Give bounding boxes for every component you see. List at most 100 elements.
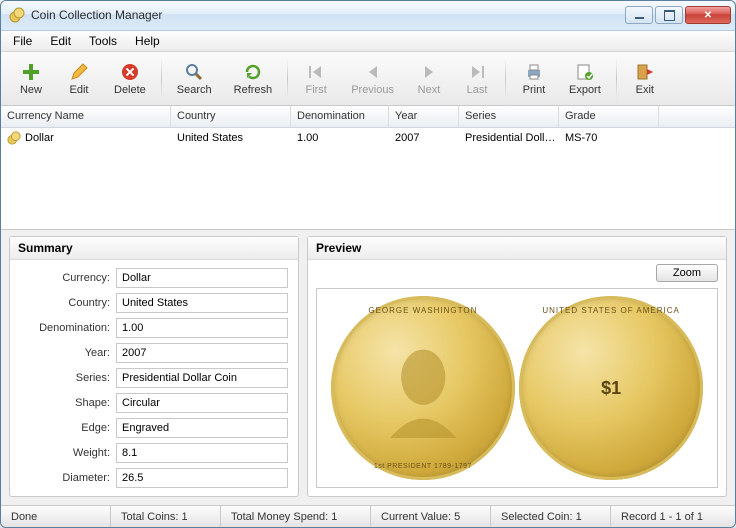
- status-total-coins: Total Coins: 1: [111, 506, 221, 527]
- next-icon: [419, 62, 439, 82]
- menu-edit[interactable]: Edit: [42, 31, 79, 51]
- print-button[interactable]: Print: [510, 56, 558, 102]
- statusbar: Done Total Coins: 1 Total Money Spend: 1…: [1, 505, 735, 527]
- val-country[interactable]: United States: [116, 293, 288, 313]
- previous-button[interactable]: Previous: [340, 56, 405, 102]
- last-label: Last: [467, 84, 488, 96]
- reverse-top-text: UNITED STATES OF AMERICA: [519, 306, 703, 315]
- exit-button[interactable]: Exit: [621, 56, 669, 102]
- refresh-icon: [243, 62, 263, 82]
- cell-grade: MS-70: [559, 130, 659, 146]
- export-button[interactable]: Export: [558, 56, 612, 102]
- new-label: New: [20, 84, 42, 96]
- export-icon: [575, 62, 595, 82]
- col-currency-name[interactable]: Currency Name: [1, 106, 171, 127]
- portrait-icon: [368, 333, 479, 444]
- val-denomination[interactable]: 1.00: [116, 318, 288, 338]
- next-button[interactable]: Next: [405, 56, 453, 102]
- preview-toolbar: Zoom: [308, 260, 726, 286]
- pencil-icon: [69, 62, 89, 82]
- delete-icon: [120, 62, 140, 82]
- plus-icon: [21, 62, 41, 82]
- app-window: Coin Collection Manager ✕ File Edit Tool…: [0, 0, 736, 528]
- previous-icon: [363, 62, 383, 82]
- status-selected-coin: Selected Coin: 1: [491, 506, 611, 527]
- exit-label: Exit: [636, 84, 654, 96]
- window-controls: ✕: [625, 6, 731, 24]
- edit-label: Edit: [70, 84, 89, 96]
- lbl-country: Country:: [20, 297, 110, 309]
- table-row[interactable]: Dollar United States 1.00 2007 President…: [1, 128, 735, 148]
- status-record: Record 1 - 1 of 1: [611, 506, 735, 527]
- first-icon: [306, 62, 326, 82]
- search-label: Search: [177, 84, 212, 96]
- lbl-weight: Weight:: [20, 447, 110, 459]
- status-total-money: Total Money Spend: 1: [221, 506, 371, 527]
- preview-title: Preview: [308, 237, 726, 260]
- delete-button[interactable]: Delete: [103, 56, 157, 102]
- cell-currency-name: Dollar: [1, 129, 171, 147]
- lbl-year: Year:: [20, 347, 110, 359]
- obverse-bottom-text: 1st PRESIDENT 1789-1797: [331, 463, 515, 470]
- last-button[interactable]: Last: [453, 56, 501, 102]
- status-done: Done: [1, 506, 111, 527]
- export-label: Export: [569, 84, 601, 96]
- summary-panel: Summary Currency: Dollar Country: United…: [9, 236, 299, 497]
- col-year[interactable]: Year: [389, 106, 459, 127]
- minimize-button[interactable]: [625, 6, 653, 24]
- refresh-button[interactable]: Refresh: [223, 56, 284, 102]
- col-grade[interactable]: Grade: [559, 106, 659, 127]
- coin-obverse-image: GEORGE WASHINGTON 1st PRESIDENT 1789-179…: [331, 296, 515, 480]
- summary-title: Summary: [10, 237, 298, 260]
- menu-file[interactable]: File: [5, 31, 40, 51]
- edit-button[interactable]: Edit: [55, 56, 103, 102]
- panels: Summary Currency: Dollar Country: United…: [1, 230, 735, 505]
- reverse-center-text: $1: [601, 378, 621, 399]
- cell-series: Presidential Doll…: [459, 130, 559, 146]
- preview-body: GEORGE WASHINGTON 1st PRESIDENT 1789-179…: [316, 288, 718, 488]
- col-denomination[interactable]: Denomination: [291, 106, 389, 127]
- toolbar: New Edit Delete Search Refresh First Pre…: [1, 52, 735, 105]
- val-edge[interactable]: Engraved: [116, 418, 288, 438]
- val-diameter[interactable]: 26.5: [116, 468, 288, 488]
- zoom-button[interactable]: Zoom: [656, 264, 718, 282]
- close-button[interactable]: ✕: [685, 6, 731, 24]
- print-icon: [524, 62, 544, 82]
- menu-help[interactable]: Help: [127, 31, 168, 51]
- print-label: Print: [523, 84, 546, 96]
- previous-label: Previous: [351, 84, 394, 96]
- menubar: File Edit Tools Help: [1, 31, 735, 53]
- last-icon: [467, 62, 487, 82]
- col-country[interactable]: Country: [171, 106, 291, 127]
- val-series[interactable]: Presidential Dollar Coin: [116, 368, 288, 388]
- refresh-label: Refresh: [234, 84, 273, 96]
- lbl-edge: Edge:: [20, 422, 110, 434]
- cell-denomination: 1.00: [291, 130, 389, 146]
- preview-panel: Preview Zoom GEORGE WASHINGTON 1st PRESI…: [307, 236, 727, 497]
- status-current-value: Current Value: 5: [371, 506, 491, 527]
- toolbar-separator: [161, 59, 162, 99]
- summary-body: Currency: Dollar Country: United States …: [10, 260, 298, 496]
- col-series[interactable]: Series: [459, 106, 559, 127]
- toolbar-separator: [287, 59, 288, 99]
- lbl-series: Series:: [20, 372, 110, 384]
- app-icon: [9, 7, 25, 23]
- val-currency[interactable]: Dollar: [116, 268, 288, 288]
- new-button[interactable]: New: [7, 56, 55, 102]
- val-year[interactable]: 2007: [116, 343, 288, 363]
- exit-icon: [635, 62, 655, 82]
- first-button[interactable]: First: [292, 56, 340, 102]
- data-grid[interactable]: Currency Name Country Denomination Year …: [1, 106, 735, 231]
- lbl-currency: Currency:: [20, 272, 110, 284]
- val-shape[interactable]: Circular: [116, 393, 288, 413]
- toolbar-separator: [505, 59, 506, 99]
- menu-tools[interactable]: Tools: [81, 31, 125, 51]
- cell-year: 2007: [389, 130, 459, 146]
- val-weight[interactable]: 8.1: [116, 443, 288, 463]
- maximize-button[interactable]: [655, 6, 683, 24]
- first-label: First: [305, 84, 326, 96]
- next-label: Next: [418, 84, 441, 96]
- lbl-denomination: Denomination:: [20, 322, 110, 334]
- search-button[interactable]: Search: [166, 56, 223, 102]
- grid-header: Currency Name Country Denomination Year …: [1, 106, 735, 128]
